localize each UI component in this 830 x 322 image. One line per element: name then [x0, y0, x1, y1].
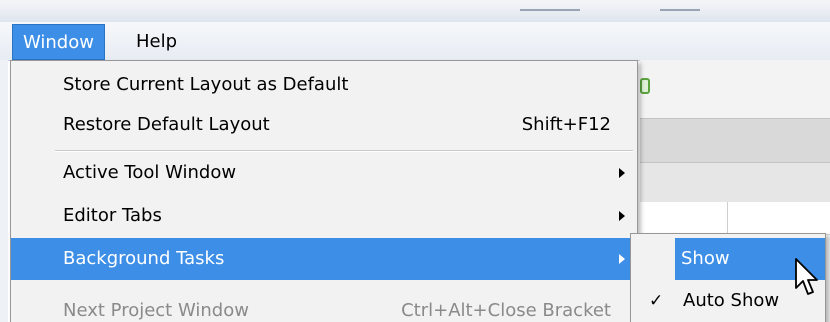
- menu-item-label: Active Tool Window: [63, 162, 237, 183]
- chevron-right-icon: [619, 254, 625, 264]
- toolbar-icon: [640, 78, 650, 94]
- menu-bar: [0, 22, 830, 61]
- chevron-right-icon: [619, 168, 625, 178]
- submenu-item-label: Auto Show: [683, 290, 780, 311]
- submenu-item-label: Show: [681, 248, 730, 269]
- menu-help[interactable]: Help: [126, 24, 187, 60]
- window-menu: Store Current Layout as Default Restore …: [10, 60, 638, 322]
- background-tab-strip: [640, 162, 830, 204]
- left-edge-panel: [0, 60, 8, 322]
- window-top-strip: [0, 0, 830, 22]
- menu-item-next-project-window: Next Project Window Ctrl+Alt+Close Brack…: [11, 290, 637, 322]
- menu-item-active-tool-window[interactable]: Active Tool Window: [11, 152, 637, 194]
- menu-item-label: Background Tasks: [63, 248, 225, 269]
- menu-item-background-tasks[interactable]: Background Tasks: [11, 238, 637, 280]
- title-dash: [660, 9, 700, 11]
- background-column-divider: [727, 202, 728, 234]
- menu-item-label: Store Current Layout as Default: [63, 74, 349, 95]
- menu-item-editor-tabs[interactable]: Editor Tabs: [11, 195, 637, 237]
- menu-item-label: Restore Default Layout: [63, 114, 270, 135]
- menu-window[interactable]: Window: [12, 24, 105, 60]
- menu-item-shortcut: Ctrl+Alt+Close Bracket: [401, 300, 611, 321]
- menu-item-shortcut: Shift+F12: [521, 114, 611, 135]
- background-table-header: [640, 202, 830, 235]
- menu-item-label: Next Project Window: [63, 300, 249, 321]
- title-dash: [520, 9, 580, 11]
- chevron-right-icon: [619, 211, 625, 221]
- menu-item-label: Editor Tabs: [63, 205, 162, 226]
- menu-item-restore-layout[interactable]: Restore Default Layout Shift+F12: [11, 104, 637, 146]
- menu-item-store-layout[interactable]: Store Current Layout as Default: [11, 64, 637, 106]
- check-icon: ✓: [649, 291, 664, 311]
- mouse-pointer-icon: [795, 258, 818, 295]
- background-toolbar: [640, 118, 830, 163]
